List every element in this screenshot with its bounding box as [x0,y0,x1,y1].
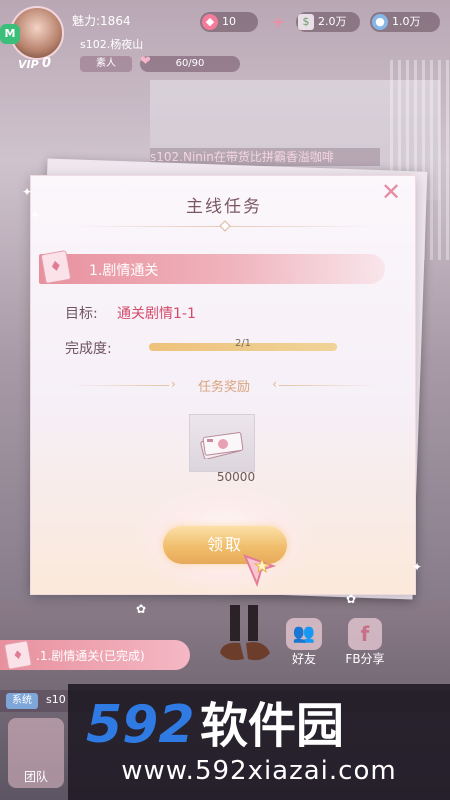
chat-channel-tag: 系统 [6,693,38,709]
cash-icon: $ [298,14,314,30]
watermark-logo: 592 软件园 [86,695,344,750]
player-name: s102.杨夜山 [80,38,144,51]
sparkle-icon: ✦ [412,560,423,574]
character-shoes [212,605,278,669]
diamond-value: 10 [222,15,236,28]
coin-icon: ● [372,14,388,30]
svg-text:软件园: 软件园 [200,698,344,750]
exp-bar: 60/90 [140,56,240,72]
vip-level: 0 [42,56,52,71]
reward-header: › 任务奖励 ‹ [69,376,379,396]
arrow-left-icon: ‹ [272,377,277,391]
team-button[interactable]: 团队 [8,718,64,788]
team-label: 团队 [23,770,48,784]
progress-text: 2/1 [234,338,252,349]
fb-share-button[interactable]: f FB分享 [340,618,390,672]
diamond-icon: ◆ [202,14,218,30]
task-banner: ♦ 1.剧情通关 [39,249,385,285]
sparkle-icon: ✿ [346,592,357,606]
reward-divider-right [279,385,379,386]
chat-message: s10 [46,693,66,706]
task-card-icon: ♦ [3,640,33,670]
charm-value: 魅力:1864 [72,14,131,28]
reward-item-slot[interactable] [189,414,255,472]
top-hud: M VIP 0 魅力:1864 s102.杨夜山 素人 60/90 ❤ ◆ 10… [0,0,450,78]
cash-bundle-icon [200,432,244,459]
task-card-icon: ♦ [40,249,72,285]
coin-counter: ● 1.0万 [370,12,440,32]
sparkle-icon: ✦ [30,208,41,222]
cash-counter: $ 2.0万 [296,12,360,32]
sparkle-icon: ✦ [22,185,33,199]
dialog-title: 主线任务 [186,197,262,217]
vip-label: VIP [18,58,39,71]
facebook-icon: f [348,618,382,650]
progress-label: 完成度: [65,341,112,357]
m-badge[interactable]: M [0,24,20,44]
rank-tag: 素人 [80,56,132,72]
sparkle-icon: ✿ [136,602,147,616]
task-name: 1.剧情通关 [89,263,159,279]
progress-bar: 2/1 [149,338,337,351]
completed-task-label: .1.剧情通关(已完成) [36,649,145,663]
reward-amount: 50000 [216,470,256,484]
close-icon[interactable]: ✕ [377,178,405,206]
pointer-star-icon [243,554,277,587]
coin-value: 1.0万 [392,15,421,28]
goal-value: 通关剧情1-1 [117,306,196,322]
watermark-url: www.592xiazai.com [121,756,397,786]
friends-button[interactable]: 👥 好友 [282,618,326,672]
cash-value: 2.0万 [318,15,347,28]
site-watermark: 592 软件园 www.592xiazai.com [68,684,450,800]
friends-label: 好友 [291,652,316,666]
completed-task-bar[interactable]: ♦ .1.剧情通关(已完成) [0,640,190,670]
svg-text:592: 592 [86,695,195,750]
goal-label: 目标: [65,306,98,322]
diamond-counter: ◆ 10 [200,12,258,32]
heart-icon: ❤ [140,54,151,69]
fb-share-label: FB分享 [345,652,385,666]
add-diamond-button[interactable]: + [272,13,285,31]
main-quest-dialog: 主线任务 ✕ ♦ 1.剧情通关 目标: 通关剧情1-1 完成度: 2/1 › 任… [30,175,416,596]
friends-icon: 👥 [286,618,322,650]
title-diamond-ornament [219,220,231,232]
